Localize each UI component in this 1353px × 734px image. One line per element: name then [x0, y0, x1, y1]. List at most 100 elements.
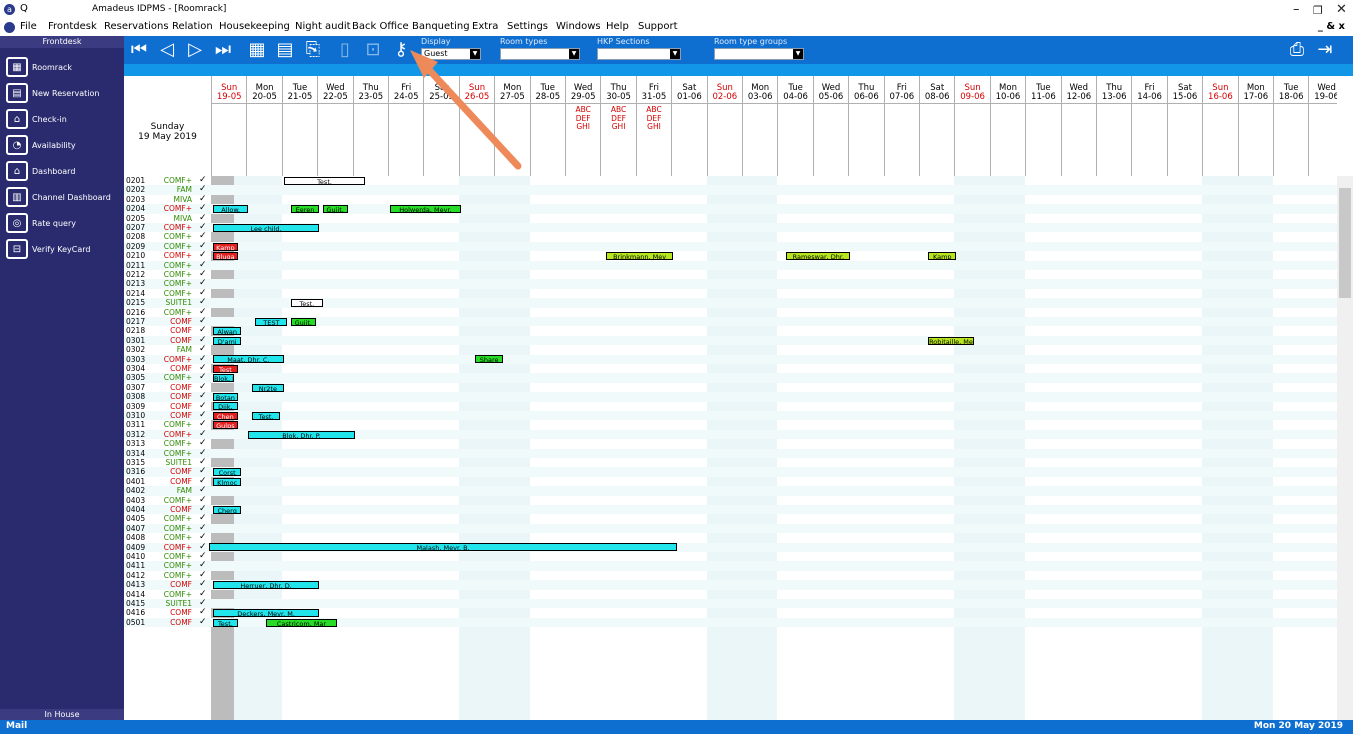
- room-row[interactable]: 0203 MIVA ✓: [124, 194, 1337, 204]
- mdi-controls[interactable]: _ & x: [1318, 21, 1345, 32]
- day-header[interactable]: Sat 25-05: [423, 76, 459, 176]
- room-row[interactable]: 0302 FAM ✓: [124, 344, 1337, 354]
- restore-icon[interactable]: ❐: [1313, 4, 1323, 17]
- menu-item-file[interactable]: File: [20, 21, 37, 32]
- reservation-bar[interactable]: Kamp: [928, 251, 957, 260]
- reservation-bar[interactable]: Botan: [213, 392, 238, 401]
- reservation-bar[interactable]: Corst: [213, 468, 242, 477]
- close-icon[interactable]: ✕: [1336, 2, 1347, 17]
- day-header[interactable]: Sun 09-06: [954, 76, 990, 176]
- room-row[interactable]: 0208 COMF+ ✓: [124, 231, 1337, 241]
- reservation-bar[interactable]: Alwan: [213, 327, 242, 336]
- minimize-icon[interactable]: –: [1293, 2, 1300, 17]
- search-document-icon[interactable]: ⎘: [302, 39, 324, 61]
- room-row[interactable]: 0411 COMF+ ✓: [124, 560, 1337, 571]
- menu-item-help[interactable]: Help: [606, 21, 629, 32]
- room-row[interactable]: 0214 COMF+ ✓: [124, 288, 1337, 298]
- reservation-bar[interactable]: Allow.: [213, 204, 249, 213]
- reservation-bar[interactable]: Castricom, Mar: [266, 618, 337, 627]
- sidebar-footer-in-house[interactable]: In House: [0, 709, 124, 720]
- new-document-icon[interactable]: ▯: [334, 39, 356, 61]
- day-header[interactable]: Mon 10-06: [989, 76, 1026, 176]
- room-row[interactable]: 0212 COMF+ ✓: [124, 269, 1337, 279]
- day-header[interactable]: Sat 15-06: [1166, 76, 1203, 176]
- sidebar-item-rate-query[interactable]: ◎ Rate query: [6, 212, 76, 234]
- reservation-bar[interactable]: Test.: [290, 298, 323, 307]
- day-header[interactable]: Sun 26-05: [458, 76, 495, 176]
- menu-item-relation[interactable]: Relation: [172, 21, 213, 32]
- room-type-groups-select[interactable]: ▼: [714, 48, 804, 60]
- room-row[interactable]: 0303 COMF+ ✓: [124, 354, 1337, 364]
- room-row[interactable]: 0412 COMF+ ✓: [124, 570, 1337, 580]
- room-row[interactable]: 0410 COMF+ ✓: [124, 551, 1337, 561]
- reservation-bar[interactable]: Test.: [213, 618, 238, 627]
- reservation-bar[interactable]: Deckers, Mevr. M.: [213, 609, 320, 618]
- lock-icon[interactable]: ⊡: [362, 39, 384, 61]
- day-header[interactable]: Wed 05-06: [812, 76, 849, 176]
- display-select[interactable]: Guest ▼: [421, 48, 481, 60]
- room-row[interactable]: 0314 COMF+ ✓: [124, 448, 1337, 458]
- reservation-bar[interactable]: Holwerda, Mevr.: [390, 204, 461, 213]
- day-header[interactable]: Fri 07-06: [883, 76, 919, 176]
- day-header[interactable]: Tue 28-05: [529, 76, 565, 176]
- room-row[interactable]: 0404 COMF ✓: [124, 504, 1337, 515]
- room-row[interactable]: 0313 COMF+ ✓: [124, 438, 1337, 448]
- reservation-bar[interactable]: Bluga: [213, 251, 238, 260]
- exit-icon[interactable]: ⇥: [1314, 39, 1336, 61]
- day-header[interactable]: Mon 20-05: [246, 76, 282, 176]
- menu-item-back-office[interactable]: Back Office: [352, 21, 409, 32]
- day-header[interactable]: Fri 31-05 ABC DEF GHI: [635, 76, 672, 176]
- reservation-bar[interactable]: Lee child.: [213, 223, 320, 232]
- sidebar-item-verify-keycard[interactable]: ⊟ Verify KeyCard: [6, 238, 90, 260]
- room-row[interactable]: 0307 COMF ✓: [124, 382, 1337, 392]
- reservation-bar[interactable]: Malash, Mevr. B.: [209, 543, 677, 552]
- sidebar-item-new-reservation[interactable]: ▤ New Reservation: [6, 82, 99, 104]
- quick-search-label[interactable]: Q: [20, 3, 28, 14]
- day-header[interactable]: Tue 04-06: [777, 76, 813, 176]
- reservation-bar[interactable]: Chen: [213, 411, 238, 420]
- day-header[interactable]: Sun 19-05: [211, 76, 247, 176]
- calendar-icon[interactable]: ▦: [246, 39, 268, 61]
- reservation-bar[interactable]: Klmoc: [213, 477, 242, 486]
- room-row[interactable]: 0210 COMF+ ✓: [124, 250, 1337, 260]
- room-row[interactable]: 0218 COMF ✓: [124, 325, 1337, 335]
- reservation-bar[interactable]: Blok, Dhr. P.: [248, 430, 355, 439]
- reservation-bar[interactable]: Test: [213, 364, 238, 373]
- reservation-bar[interactable]: TEST: [255, 317, 288, 326]
- day-header[interactable]: Tue 18-06: [1273, 76, 1309, 176]
- room-row[interactable]: 0209 COMF+ ✓: [124, 241, 1337, 252]
- day-header[interactable]: Thu 23-05: [352, 76, 388, 176]
- day-header[interactable]: Mon 03-06: [742, 76, 778, 176]
- day-header[interactable]: Wed 22-05: [317, 76, 353, 176]
- room-row[interactable]: 0216 COMF+ ✓: [124, 307, 1337, 317]
- room-row[interactable]: 0402 FAM ✓: [124, 485, 1337, 496]
- menu-item-settings[interactable]: Settings: [507, 21, 548, 32]
- menu-item-night-audit[interactable]: Night audit: [295, 21, 351, 32]
- previous-icon[interactable]: ◁: [156, 39, 178, 61]
- mail-button[interactable]: Mail: [6, 721, 27, 731]
- room-row[interactable]: 0211 COMF+ ✓: [124, 260, 1337, 270]
- room-row[interactable]: 0315 SUITE1 ✓: [124, 457, 1337, 467]
- day-header[interactable]: Sun 02-06: [706, 76, 742, 176]
- reservation-bar[interactable]: Eeren: [290, 204, 320, 213]
- day-header[interactable]: Mon 17-06: [1237, 76, 1273, 176]
- sidebar-item-channel-dashboard[interactable]: ▥ Channel Dashboard: [6, 186, 111, 208]
- day-header[interactable]: Sat 08-06: [919, 76, 955, 176]
- print-icon[interactable]: ⎙: [1286, 39, 1308, 61]
- room-row[interactable]: 0305 COMF+ ✓: [124, 372, 1337, 383]
- reservation-bar[interactable]: Cherg: [213, 505, 242, 514]
- room-row[interactable]: 0311 COMF+ ✓: [124, 419, 1337, 429]
- room-row[interactable]: 0405 COMF+ ✓: [124, 513, 1337, 523]
- room-row[interactable]: 0202 FAM ✓: [124, 184, 1337, 195]
- room-row[interactable]: 0308 COMF ✓: [124, 391, 1337, 402]
- menu-item-frontdesk[interactable]: Frontdesk: [48, 21, 97, 32]
- hkp-sections-select[interactable]: ▼: [597, 48, 681, 60]
- reservation-bar[interactable]: Guijt.: [322, 204, 348, 213]
- day-header[interactable]: Thu 30-05 ABC DEF GHI: [600, 76, 636, 176]
- day-header[interactable]: Thu 06-06: [848, 76, 884, 176]
- room-row[interactable]: 0316 COMF ✓: [124, 466, 1337, 477]
- reservation-bar[interactable]: Blok, Dh: [213, 374, 235, 383]
- day-header[interactable]: Wed 12-06: [1060, 76, 1096, 176]
- room-row[interactable]: 0414 COMF+ ✓: [124, 589, 1337, 599]
- menu-item-reservations[interactable]: Reservations: [104, 21, 169, 32]
